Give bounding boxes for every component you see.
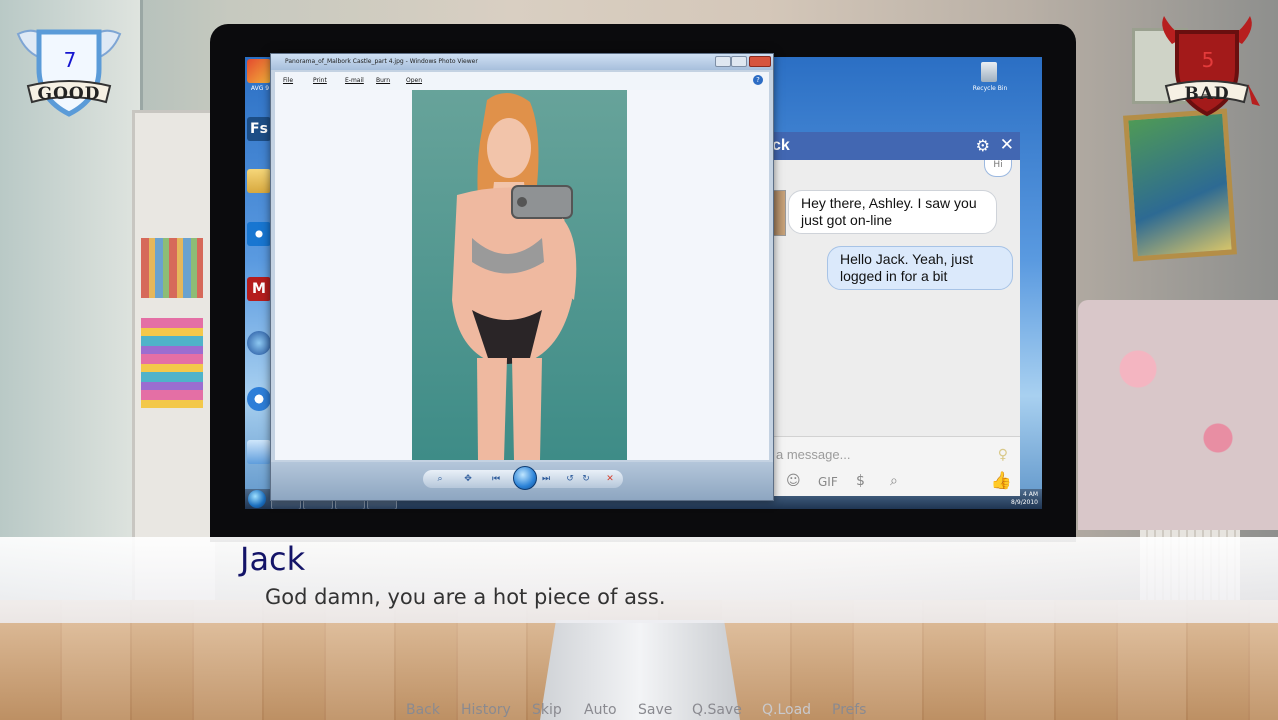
viewer-title-bar[interactable]: Panorama_of_Malbork Castle_part 4.jpg - … xyxy=(271,54,773,70)
message-input[interactable]: a message... xyxy=(776,447,850,462)
outgoing-message: Hello Jack. Yeah, just logged in for a b… xyxy=(827,246,1013,290)
viewer-toolbar: ⌕ ✥ ⏮ ⏭ ↺ ↻ ✕ xyxy=(271,462,773,500)
menu-email[interactable]: E-mail xyxy=(345,77,364,84)
history-button[interactable]: History xyxy=(461,702,511,718)
back-button[interactable]: Back xyxy=(406,702,440,718)
menu-open[interactable]: Open xyxy=(406,77,422,84)
folder-icon xyxy=(247,169,271,193)
chat-greeting: Hi xyxy=(984,160,1012,177)
recycle-bin-icon[interactable] xyxy=(981,62,997,82)
actual-size-icon[interactable]: ✥ xyxy=(463,474,473,484)
itunes-icon xyxy=(247,440,271,464)
teamviewer-icon xyxy=(247,222,271,246)
start-button[interactable] xyxy=(248,490,266,508)
menu-print[interactable]: Print xyxy=(313,77,327,84)
minimize-button[interactable] xyxy=(715,56,731,67)
chat-input-area[interactable]: a message... ♀ ▣ ☺ GIF $ ⌕ 👍 xyxy=(772,436,1020,496)
gif-button[interactable]: GIF xyxy=(818,475,838,489)
good-score-badge: 7 GOOD xyxy=(14,14,124,124)
recycle-bin-label: Recycle Bin xyxy=(972,85,1008,92)
good-score-label: GOOD xyxy=(37,84,101,104)
clock-date: 8/9/2010 xyxy=(1011,499,1038,506)
microphone-icon[interactable]: ♀ xyxy=(998,447,1008,463)
attachment-icon[interactable]: ⌕ xyxy=(890,473,898,489)
chat-contact-name[interactable]: ck xyxy=(772,137,790,155)
preferences-button[interactable]: Prefs xyxy=(832,702,866,718)
speaker-name: Jack xyxy=(240,540,306,578)
desktop-icon-avg xyxy=(247,59,271,83)
rotate-left-icon[interactable]: ↺ xyxy=(565,474,575,484)
maximize-button[interactable] xyxy=(731,56,747,67)
menu-burn[interactable]: Burn xyxy=(376,77,390,84)
desktop-icon-fs: Fs xyxy=(247,117,271,141)
quick-load-button[interactable]: Q.Load xyxy=(762,702,811,718)
slideshow-button[interactable] xyxy=(513,466,537,490)
chat-header: ck ⚙ ✕ xyxy=(772,132,1020,160)
selfie-photo xyxy=(412,90,627,460)
viewer-controls: ⌕ ✥ ⏮ ⏭ ↺ ↻ ✕ xyxy=(423,466,623,490)
thumbs-up-icon[interactable]: 👍 xyxy=(991,471,1012,491)
dialogue-text: God damn, you are a hot piece of ass. xyxy=(265,585,666,609)
good-score-value: 7 xyxy=(63,48,77,72)
quick-menu: Back History Skip Auto Save Q.Save Q.Loa… xyxy=(0,702,1278,720)
wall-painting xyxy=(1123,108,1237,262)
help-icon[interactable]: ? xyxy=(753,75,763,85)
character-illustration xyxy=(452,92,577,460)
dialogue-box[interactable] xyxy=(0,537,1278,623)
delete-icon[interactable]: ✕ xyxy=(605,474,615,484)
bad-score-badge: 5 BAD xyxy=(1152,14,1262,124)
quicktime-icon xyxy=(247,387,271,411)
save-button[interactable]: Save xyxy=(638,702,672,718)
colorful-jars xyxy=(141,318,203,408)
previous-icon[interactable]: ⏮ xyxy=(491,474,501,484)
chat-window: ck ⚙ ✕ Hi Hey there, Ashley. I saw you j… xyxy=(772,132,1020,496)
avatar xyxy=(772,190,786,236)
bad-score-value: 5 xyxy=(1201,48,1215,72)
menu-file[interactable]: File xyxy=(283,77,293,84)
skip-button[interactable]: Skip xyxy=(532,702,562,718)
close-icon[interactable]: ✕ xyxy=(1000,135,1014,155)
photo-viewer-window: Panorama_of_Malbork Castle_part 4.jpg - … xyxy=(270,53,774,501)
bed xyxy=(1078,300,1278,530)
desktop-icon-m: M xyxy=(247,277,271,301)
gear-icon[interactable]: ⚙ xyxy=(976,136,990,155)
zoom-icon[interactable]: ⌕ xyxy=(435,474,445,484)
bad-score-label: BAD xyxy=(1184,84,1230,104)
viewer-menu-bar: File Print E-mail Burn Open ? xyxy=(275,72,769,90)
next-icon[interactable]: ⏭ xyxy=(541,474,551,484)
incoming-message: Hey there, Ashley. I saw you just got on… xyxy=(788,190,997,234)
close-button[interactable] xyxy=(749,56,771,67)
quick-save-button[interactable]: Q.Save xyxy=(692,702,742,718)
rotate-right-icon[interactable]: ↻ xyxy=(581,474,591,484)
emoji-icon[interactable]: ☺ xyxy=(786,473,801,489)
photo-canvas xyxy=(275,90,769,460)
viewer-title: Panorama_of_Malbork Castle_part 4.jpg - … xyxy=(285,58,478,65)
thunderbird-icon xyxy=(247,331,271,355)
payment-icon[interactable]: $ xyxy=(856,473,865,489)
books xyxy=(141,238,203,298)
auto-button[interactable]: Auto xyxy=(584,702,617,718)
